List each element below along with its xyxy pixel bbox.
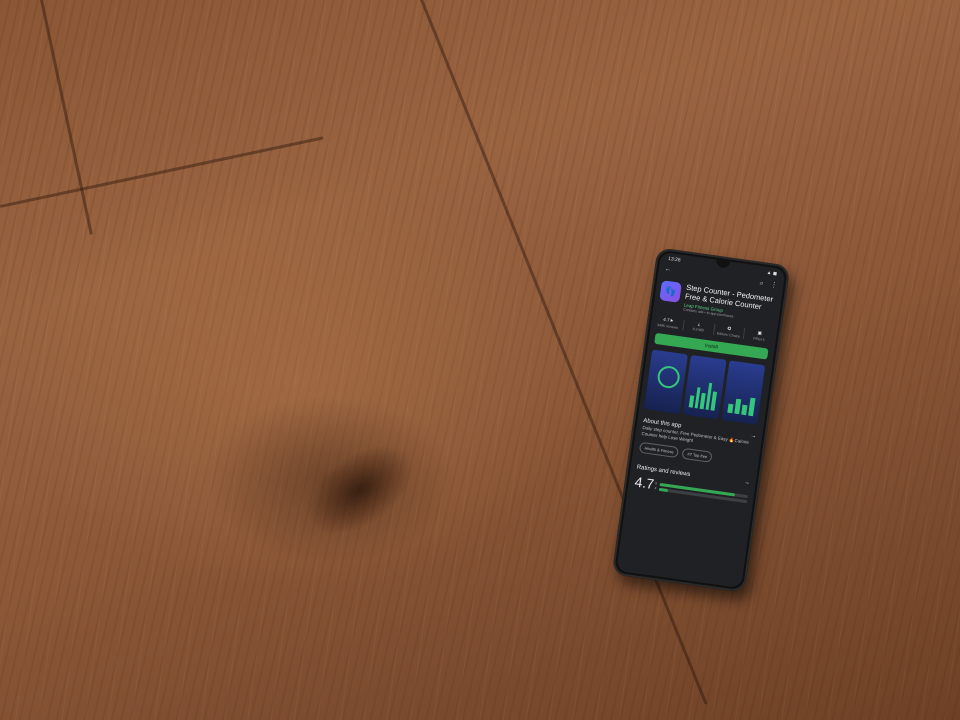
wood-knot (290, 426, 430, 554)
chip-category[interactable]: Health & Fitness (638, 441, 680, 459)
progress-ring (656, 364, 682, 390)
signal-battery-icon: ▲ ◼ (766, 269, 778, 278)
rating-bar-fill (659, 487, 669, 493)
rating-bar-label: 5 (654, 481, 658, 486)
wooden-floor (0, 0, 960, 720)
back-arrow-icon[interactable]: ← (664, 266, 672, 276)
screenshot-thumbnail[interactable] (643, 349, 688, 414)
stat-size: ⤓ 8.3 MB (683, 319, 715, 335)
screenshot-thumbnail[interactable] (721, 360, 766, 425)
bar-graphic (688, 377, 719, 411)
plank-seam (0, 136, 324, 208)
more-options-icon[interactable]: ⋮ (770, 281, 778, 289)
rating-score: 4.7 (633, 473, 656, 493)
rating-bar-label: 4 (654, 486, 657, 491)
search-icon[interactable]: ⌕ (759, 280, 764, 287)
footsteps-icon: 👣 (659, 280, 682, 303)
rating-bars: 5 4 (654, 481, 748, 505)
stat-pegi[interactable]: ▣ PEGI 3 (744, 328, 775, 343)
arrow-right-icon: → (749, 433, 757, 440)
plank-seam (40, 0, 93, 235)
screenshot-thumbnail[interactable] (682, 354, 727, 420)
stat-rating[interactable]: 4.7★ 349K reviews (652, 315, 685, 331)
arrow-right-icon: → (743, 479, 751, 487)
chip-rank[interactable]: #7 Top free (681, 447, 713, 463)
bar-graphic (727, 383, 757, 417)
stat-editors-choice[interactable]: ✪ Editors' Choice (713, 324, 746, 340)
